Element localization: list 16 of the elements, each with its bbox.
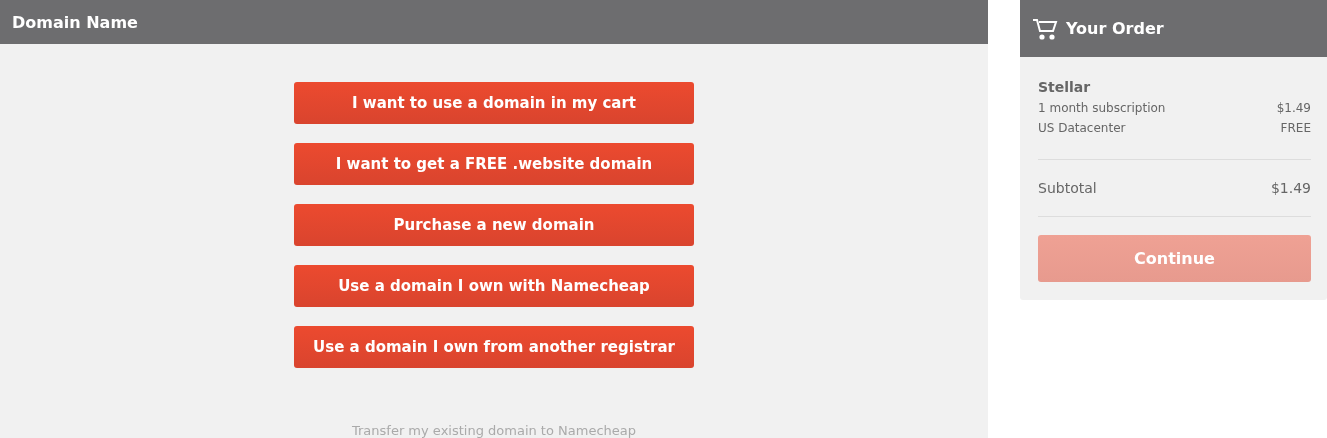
- subtotal-label: Subtotal: [1038, 180, 1097, 196]
- transfer-link[interactable]: Transfer my existing domain to Namecheap: [351, 423, 636, 438]
- product-name: Stellar: [1038, 79, 1092, 95]
- option-button[interactable]: I want to get a FREE .website domain: [294, 143, 694, 185]
- panel-title: Domain Name: [12, 12, 138, 32]
- option-button[interactable]: Use a domain I own with Namecheap: [294, 265, 694, 307]
- option-button[interactable]: Purchase a new domain: [294, 204, 694, 246]
- cart-icon: [1032, 17, 1058, 40]
- line-price: FREE: [1280, 121, 1311, 135]
- subtotal-price: $1.49: [1270, 180, 1311, 196]
- option-button[interactable]: I want to use a domain in my cart: [294, 82, 694, 124]
- option-button[interactable]: Use a domain I own from another registrar: [294, 326, 694, 368]
- line-label: US Datacenter: [1038, 121, 1126, 135]
- line-price: $1.49: [1276, 101, 1311, 115]
- line-label: 1 month subscription: [1038, 101, 1166, 115]
- order-title: Your Order: [1066, 19, 1164, 38]
